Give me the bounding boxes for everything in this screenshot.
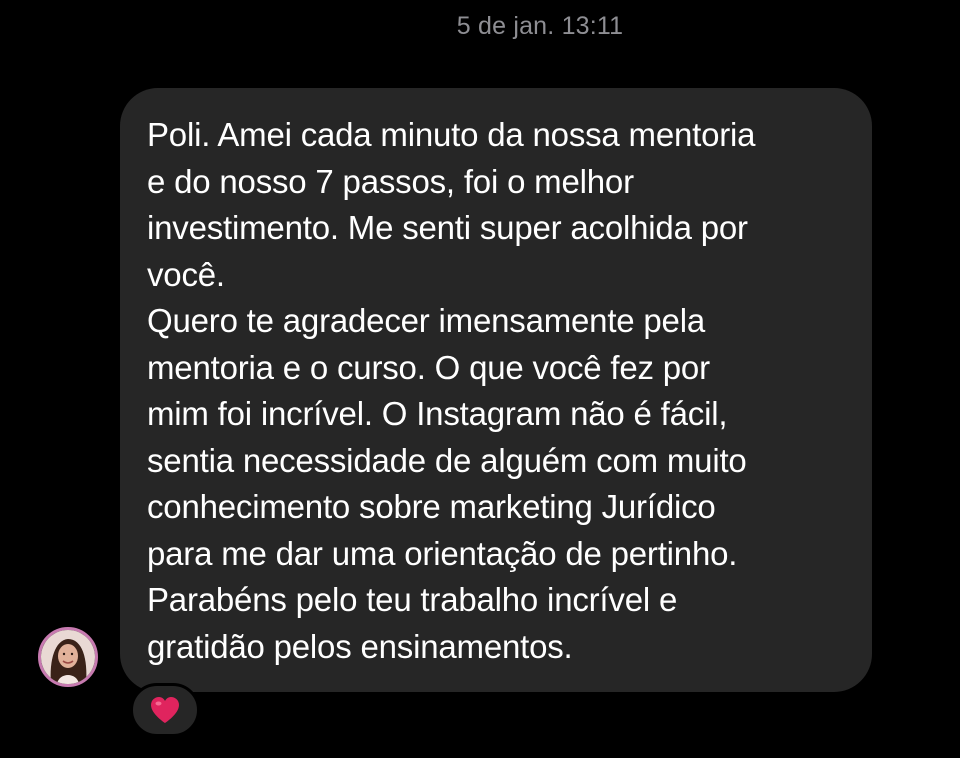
reaction-badge[interactable] — [130, 683, 200, 737]
message-timestamp: 5 de jan. 13:11 — [456, 12, 624, 40]
heart-icon — [151, 697, 179, 723]
sender-avatar[interactable] — [38, 627, 98, 687]
message-bubble[interactable]: Poli. Amei cada minuto da nossa mentoria… — [120, 88, 872, 692]
chat-screen: 5 de jan. 13:11 Poli. Amei cada minuto d… — [0, 0, 960, 758]
message-text: Poli. Amei cada minuto da nossa mentoria… — [147, 116, 756, 665]
avatar-image — [41, 630, 95, 684]
